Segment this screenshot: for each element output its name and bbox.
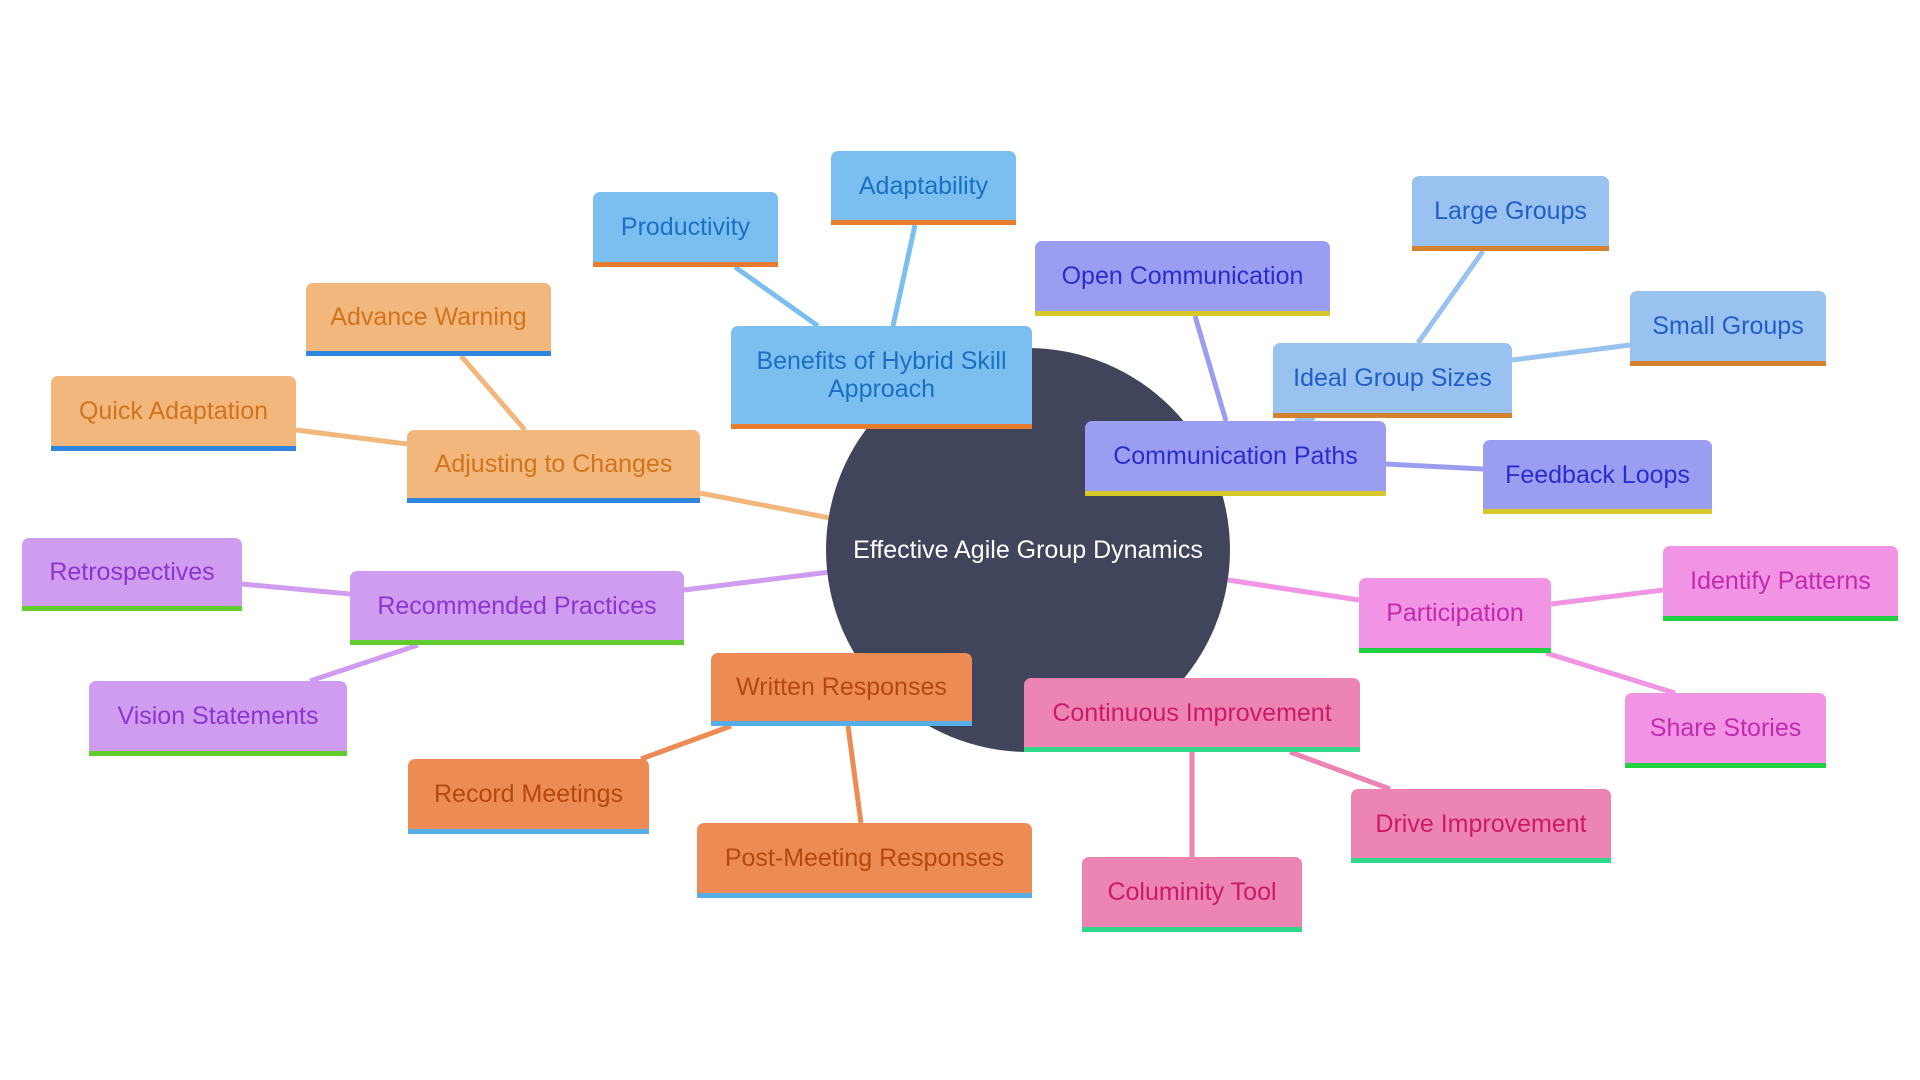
node-label: Share Stories [1649,714,1802,742]
node-label: Large Groups [1434,197,1587,225]
edge-adjusting-advance [459,354,527,432]
edge-continuous-drive [1289,749,1391,792]
node-label: Adaptability [858,171,989,200]
node-label: Identify Patterns [1690,567,1871,595]
edge-recommended-retro [241,581,351,597]
edge-written-postmeeting [845,725,864,824]
edge-root-participation [1227,577,1360,603]
node-advance[interactable]: Advance Warning [306,283,551,356]
node-label: Vision Statements [117,702,319,730]
node-label: Advance Warning [330,303,527,331]
node-label: Record Meetings [434,780,623,808]
edge-written-record [640,723,732,762]
node-label: Communication Paths [1113,442,1358,470]
edge-ideal-large [1415,249,1486,345]
node-label: Drive Improvement [1375,809,1587,838]
node-large[interactable]: Large Groups [1412,176,1609,251]
edge-adjusting-quick [295,427,408,447]
node-label: Quick Adaptation [78,397,268,425]
node-productivity[interactable]: Productivity [593,192,778,267]
node-record[interactable]: Record Meetings [408,759,649,834]
node-recommended[interactable]: Recommended Practices [350,571,684,645]
node-share[interactable]: Share Stories [1625,693,1826,768]
node-continuous[interactable]: Continuous Improvement [1024,678,1360,752]
edge-root-adjusting [699,490,831,521]
node-label: Retrospectives [49,558,215,586]
edge-commpaths-opencomm [1192,315,1229,422]
edge-ideal-small [1511,342,1631,363]
node-commpaths[interactable]: Communication Paths [1085,421,1386,496]
node-label: Continuous Improvement [1052,698,1332,727]
node-label: Open Communication [1061,262,1304,290]
edge-participation-share [1545,650,1676,696]
node-drive[interactable]: Drive Improvement [1351,789,1611,863]
node-ideal[interactable]: Ideal Group Sizes [1273,343,1512,418]
node-small[interactable]: Small Groups [1630,291,1826,366]
node-written[interactable]: Written Responses [711,653,972,726]
node-label: Participation [1386,599,1524,627]
edge-recommended-vision [309,642,419,684]
node-label: Adjusting to Changes [434,450,673,478]
node-label: Productivity [620,213,751,241]
root-label: Effective Agile Group Dynamics [853,535,1203,564]
node-label: Feedback Loops [1505,460,1690,489]
node-adjusting[interactable]: Adjusting to Changes [407,430,700,503]
node-label: Written Responses [736,673,947,701]
node-vision[interactable]: Vision Statements [89,681,347,756]
node-label: Small Groups [1652,312,1804,340]
node-adaptability[interactable]: Adaptability [831,151,1016,225]
node-label: Post-Meeting Responses [724,844,1005,872]
edge-participation-identify [1550,587,1664,607]
node-opencomm[interactable]: Open Communication [1035,241,1330,316]
node-feedback[interactable]: Feedback Loops [1483,440,1712,514]
node-label: Benefits of Hybrid Skill Approach [756,347,1007,403]
edge-benefits-productivity [733,264,820,329]
edge-benefits-adaptability [890,224,918,327]
node-quick[interactable]: Quick Adaptation [51,376,296,451]
node-identify[interactable]: Identify Patterns [1663,546,1898,621]
node-benefits[interactable]: Benefits of Hybrid Skill Approach [731,326,1032,429]
node-postmeeting[interactable]: Post-Meeting Responses [697,823,1032,898]
node-label: Ideal Group Sizes [1293,364,1492,392]
node-label: Recommended Practices [377,591,657,620]
node-participation[interactable]: Participation [1359,578,1551,653]
node-label: Columinity Tool [1107,878,1277,906]
edge-commpaths-feedback [1385,461,1484,472]
node-columinity[interactable]: Columinity Tool [1082,857,1302,932]
node-retro[interactable]: Retrospectives [22,538,242,611]
edge-root-recommended [683,569,831,593]
